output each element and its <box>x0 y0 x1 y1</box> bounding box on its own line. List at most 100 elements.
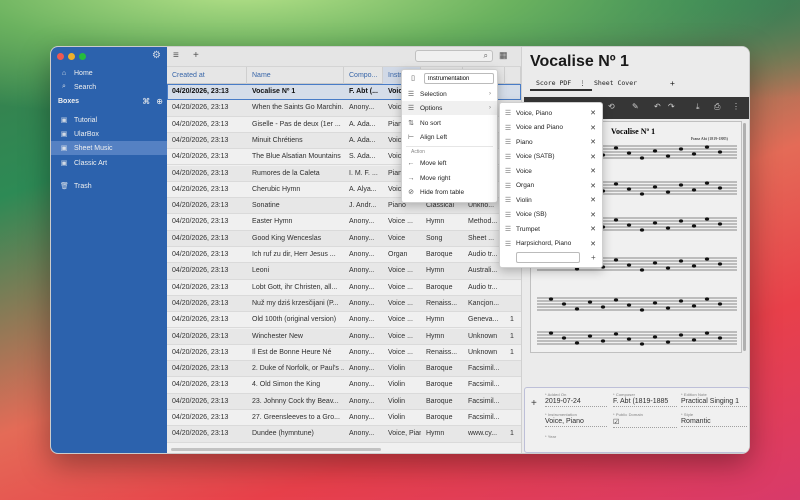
sidebar-item-search[interactable]: ⌕ Search <box>51 80 167 94</box>
table-row[interactable]: 04/20/2026, 23:13 4. Old Simon the King An… <box>167 377 521 394</box>
sidebar-item-sheet-music[interactable]: ▣ Sheet Music <box>51 141 167 155</box>
table-cell: 04/20/2026, 23:13 <box>172 381 229 389</box>
column-header-composer[interactable]: Compo... <box>344 67 383 84</box>
table-row[interactable]: 04/20/2026, 23:13 Leoni Anony... Voice ... H… <box>167 263 521 280</box>
remove-icon[interactable]: ✕ <box>590 109 596 117</box>
field-instrumentation[interactable]: * Instrumentation Voice, Piano <box>545 412 607 427</box>
drag-handle-icon[interactable]: ☰ <box>500 167 516 175</box>
rotate-icon[interactable]: ⟲ <box>608 102 615 111</box>
table-row[interactable]: 04/20/2026, 23:13 23. Johnny Cock thy Bea… <box>167 393 521 410</box>
column-header-extra[interactable] <box>505 67 521 84</box>
field-public-domain[interactable]: * Public Domain ☑ <box>613 412 677 428</box>
new-option-input[interactable] <box>516 252 580 263</box>
option-item[interactable]: ☰ Voice (SB) ✕ <box>500 208 602 223</box>
vertical-scrollbar[interactable] <box>743 123 746 351</box>
add-tab-button[interactable]: + <box>664 77 681 90</box>
table-row[interactable]: 04/20/2026, 23:13 Nuž my dziś krzesčijani… <box>167 295 521 313</box>
sidebar-item-home[interactable]: ⌂ Home <box>51 66 167 80</box>
drag-handle-icon[interactable]: ☰ <box>500 196 516 204</box>
undo-icon[interactable]: ↶ <box>654 102 661 111</box>
tab-sheet-cover[interactable]: Sheet Cover <box>588 77 643 89</box>
drag-handle-icon[interactable]: ☰ <box>500 138 516 146</box>
remove-icon[interactable]: ✕ <box>590 225 596 233</box>
remove-icon[interactable]: ✕ <box>590 240 596 248</box>
redo-icon[interactable]: ↷ <box>668 102 675 111</box>
table-row[interactable]: 04/20/2026, 23:13 2. Duke of Norfolk, or … <box>167 361 521 378</box>
add-field-button[interactable]: + <box>531 398 537 409</box>
menu-item-move-left[interactable]: ← Move left <box>402 156 497 170</box>
option-item[interactable]: ☰ Violin ✕ <box>500 193 602 208</box>
table-settings-icon[interactable]: ▦ <box>499 50 508 61</box>
sidebar-item-tutorial[interactable]: ▣ Tutorial <box>51 113 167 127</box>
tab-menu-icon[interactable]: ⋮ <box>579 79 586 87</box>
more-icon[interactable]: ⋮ <box>732 102 740 111</box>
menu-item-align-left[interactable]: ⊢ Align Left <box>402 130 497 144</box>
sidebar-item-ularbox[interactable]: ▣ UlarBox <box>51 127 167 141</box>
download-icon[interactable]: ⤓ <box>696 102 700 112</box>
option-item[interactable]: ☰ Voice ✕ <box>500 164 602 179</box>
column-name-input[interactable] <box>424 73 494 84</box>
remove-icon[interactable]: ✕ <box>590 138 596 146</box>
remove-icon[interactable]: ✕ <box>590 196 596 204</box>
column-header-created-at[interactable]: Created at <box>167 67 247 84</box>
option-item[interactable]: ☰ Voice (SATB) ✕ <box>500 150 602 165</box>
option-item[interactable]: ☰ Organ ✕ <box>500 179 602 194</box>
field-style[interactable]: * Style Romantic <box>681 412 747 427</box>
menu-item-options[interactable]: ☰ Options › <box>402 101 497 115</box>
field-composer[interactable]: * Composer F. Abt (1819-1885 <box>613 392 677 407</box>
drag-handle-icon[interactable]: ☰ <box>500 240 516 248</box>
new-box-icon[interactable]: ⊕ <box>156 97 163 106</box>
table-row[interactable]: 04/20/2026, 23:13 Good King Wenceslas Anon… <box>167 230 521 247</box>
gear-icon[interactable]: ⚙ <box>152 50 161 61</box>
horizontal-scrollbar[interactable] <box>171 448 381 451</box>
drag-handle-icon[interactable]: ☰ <box>500 124 516 132</box>
remove-icon[interactable]: ✕ <box>590 211 596 219</box>
table-row[interactable]: 04/20/2026, 23:13 Winchester New Anony... V… <box>167 328 521 345</box>
menu-item-hide-from-table[interactable]: ⊘ Hide from table <box>402 185 497 199</box>
column-header-name[interactable]: Name <box>247 67 344 84</box>
zoom-window-button[interactable] <box>79 53 86 60</box>
option-item[interactable]: ☰ Harpsichord, Piano ✕ <box>500 237 602 252</box>
table-row[interactable]: 04/20/2026, 23:13 Lobt Gott, ihr Christen… <box>167 280 521 296</box>
table-row[interactable]: 04/20/2026, 23:13 Ich ruf zu dir, Herr Je… <box>167 247 521 264</box>
tab-score-pdf[interactable]: Score PDF ⋮ <box>530 77 592 91</box>
public-domain-checkbox[interactable]: ☑ <box>613 418 677 428</box>
remove-icon[interactable]: ✕ <box>590 124 596 132</box>
drag-handle-icon[interactable]: ☰ <box>500 109 516 117</box>
close-window-button[interactable] <box>57 53 64 60</box>
table-row[interactable]: 04/20/2026, 23:13 Old 100th (original ver… <box>167 312 521 329</box>
drag-handle-icon[interactable]: ☰ <box>500 225 516 233</box>
option-item[interactable]: ☰ Piano ✕ <box>500 135 602 150</box>
remove-icon[interactable]: ✕ <box>590 167 596 175</box>
print-icon[interactable]: ⎙ <box>714 102 720 112</box>
annotate-icon[interactable]: ✎ <box>632 102 639 111</box>
option-item[interactable]: ☰ Trumpet ✕ <box>500 222 602 237</box>
hierarchy-icon[interactable]: ⌘ <box>142 97 150 106</box>
window-controls <box>57 53 86 60</box>
table-row[interactable]: 04/20/2026, 23:13 Dundee (hymntune) Anony.… <box>167 426 521 443</box>
menu-icon[interactable]: ≡ <box>173 50 179 61</box>
table-cell: Giselle - Pas de deux (1er ... <box>252 120 341 128</box>
field-edition-note[interactable]: * Edition Note Practical Singing 1 <box>681 392 747 407</box>
search-input[interactable]: ⌕ <box>415 50 493 62</box>
menu-item-move-right[interactable]: → Move right <box>402 171 497 185</box>
drag-handle-icon[interactable]: ☰ <box>500 182 516 190</box>
sidebar-item-classic-art[interactable]: ▣ Classic Art <box>51 156 167 170</box>
option-item[interactable]: ☰ Voice and Piano ✕ <box>500 121 602 136</box>
field-year[interactable]: * Year <box>545 434 607 448</box>
sidebar-item-trash[interactable]: 🗑 Trash <box>51 179 167 193</box>
table-row[interactable]: 04/20/2026, 23:13 27. Greensleeves to a G… <box>167 410 521 427</box>
drag-handle-icon[interactable]: ☰ <box>500 153 516 161</box>
table-row[interactable]: 04/20/2026, 23:13 Easter Hymn Anony... Voic… <box>167 214 521 231</box>
menu-item-no-sort[interactable]: ⇅ No sort <box>402 116 497 130</box>
add-option-button[interactable]: + <box>591 253 596 262</box>
minimize-window-button[interactable] <box>68 53 75 60</box>
option-item[interactable]: ☰ Voice, Piano ✕ <box>500 106 602 121</box>
remove-icon[interactable]: ✕ <box>590 182 596 190</box>
field-added-on[interactable]: * Added On 2019-07-24 <box>545 392 607 407</box>
menu-item-selection[interactable]: ☰ Selection › <box>402 87 497 101</box>
drag-handle-icon[interactable]: ☰ <box>500 211 516 219</box>
add-icon[interactable]: + <box>193 50 199 61</box>
table-row[interactable]: 04/20/2026, 23:13 Il Est de Bonne Heure N… <box>167 345 521 362</box>
remove-icon[interactable]: ✕ <box>590 153 596 161</box>
